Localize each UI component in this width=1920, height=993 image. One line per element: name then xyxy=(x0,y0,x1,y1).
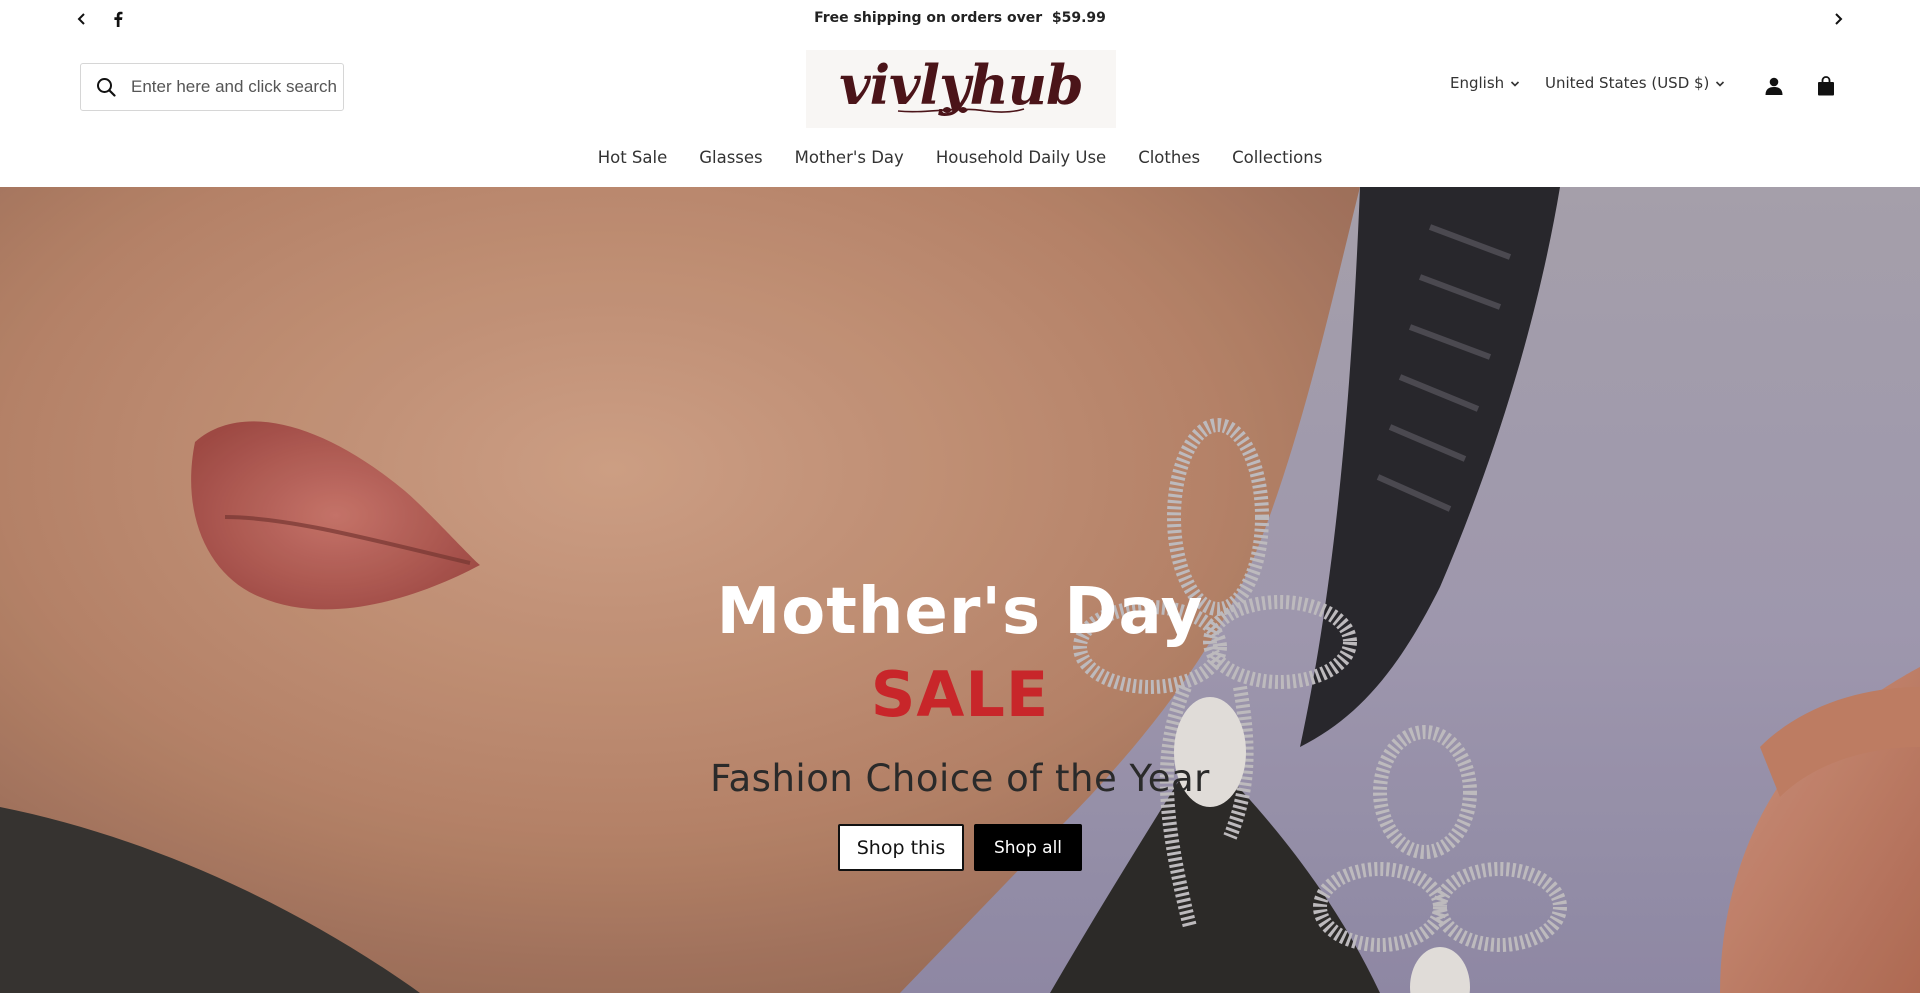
language-selector[interactable]: English xyxy=(1450,74,1520,92)
search-icon[interactable] xyxy=(94,75,118,99)
announcement-bar: Free shipping on orders over $59.99 xyxy=(0,0,1920,40)
chevron-right-icon[interactable] xyxy=(1827,8,1849,30)
shop-all-button[interactable]: Shop all xyxy=(974,824,1082,871)
search-box[interactable] xyxy=(80,63,344,111)
chevron-down-icon xyxy=(1510,74,1520,92)
hero-banner: Mother's Day SALE Fashion Choice of the … xyxy=(0,187,1920,993)
nav-item-glasses[interactable]: Glasses xyxy=(683,148,778,172)
language-label: English xyxy=(1450,74,1505,92)
nav-item-household-daily-use[interactable]: Household Daily Use xyxy=(920,148,1122,172)
country-label: United States (USD $) xyxy=(1545,74,1710,92)
logo-flourish-icon xyxy=(897,107,1025,113)
nav-item-mothers-day[interactable]: Mother's Day xyxy=(779,148,920,172)
site-header: vivlyhub English United States (USD $) H… xyxy=(0,40,1920,187)
search-input[interactable] xyxy=(131,77,336,97)
country-selector[interactable]: United States (USD $) xyxy=(1545,74,1725,92)
chevron-down-icon xyxy=(1715,74,1725,92)
nav-item-collections[interactable]: Collections xyxy=(1216,148,1338,172)
announcement-text: Free shipping on orders over $59.99 xyxy=(814,10,1106,26)
hero-sale-highlight: SALE xyxy=(870,658,1050,731)
user-icon[interactable] xyxy=(1762,74,1786,98)
hero-title: Mother's Day xyxy=(716,575,1204,649)
main-navigation: Hot Sale Glasses Mother's Day Household … xyxy=(0,148,1920,172)
nav-item-clothes[interactable]: Clothes xyxy=(1122,148,1216,172)
site-logo[interactable]: vivlyhub xyxy=(806,50,1116,128)
nav-item-hot-sale[interactable]: Hot Sale xyxy=(582,148,684,172)
shop-this-button[interactable]: Shop this xyxy=(838,824,964,871)
shopping-bag-icon[interactable] xyxy=(1814,74,1838,98)
hero-tagline: Fashion Choice of the Year xyxy=(710,757,1210,800)
